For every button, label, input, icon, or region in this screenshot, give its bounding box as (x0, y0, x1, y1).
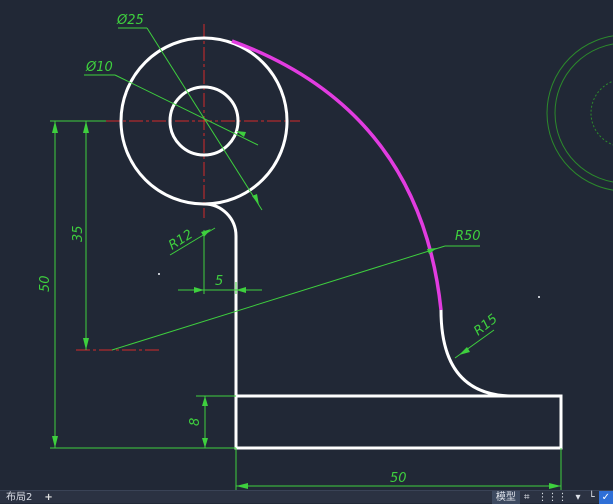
grid-icon[interactable]: ⌗ (520, 491, 534, 504)
status-bar: 布局2 + 模型 ⌗ ⋮⋮⋮ ▾ └ ✓ (0, 490, 613, 504)
r50-arc-selected[interactable] (231, 39, 443, 311)
dim-radius-12: R12 (166, 227, 196, 253)
dim-diameter-25: Ø25 (116, 13, 144, 28)
dimension-lines (50, 27, 562, 490)
status-tools: 模型 ⌗ ⋮⋮⋮ ▾ └ ✓ (491, 490, 613, 504)
add-layout-button[interactable]: + (38, 491, 58, 504)
dim-vertical-50: 50 (38, 275, 53, 292)
dim-horizontal-5: 5 (215, 274, 223, 289)
dropdown-icon[interactable]: ▾ (572, 491, 585, 504)
left-fillet-and-edge (202, 202, 238, 397)
model-space-button[interactable]: 模型 (491, 490, 520, 504)
dim-vertical-35: 35 (71, 225, 86, 242)
dimension-arrows (52, 121, 561, 489)
dim-radius-50: R50 (455, 229, 481, 244)
ortho-icon[interactable]: └ (585, 491, 599, 504)
snap-icon[interactable]: ⋮⋮⋮ (534, 491, 572, 504)
dim-horizontal-50: 50 (390, 471, 407, 486)
checkbox-icon[interactable]: ✓ (598, 490, 613, 504)
dim-vertical-8: 8 (188, 418, 203, 426)
background-circles (546, 35, 613, 191)
tab-layout2[interactable]: 布局2 (0, 491, 38, 504)
drawing-canvas[interactable]: Ø25 Ø10 R12 R50 R15 35 50 5 8 50 (0, 0, 613, 490)
dim-diameter-10: Ø10 (85, 60, 113, 75)
base-plate (234, 394, 563, 450)
dim-radius-15: R15 (471, 312, 500, 340)
cad-drawing[interactable]: Ø25 Ø10 R12 R50 R15 35 50 5 8 50 (0, 0, 613, 490)
